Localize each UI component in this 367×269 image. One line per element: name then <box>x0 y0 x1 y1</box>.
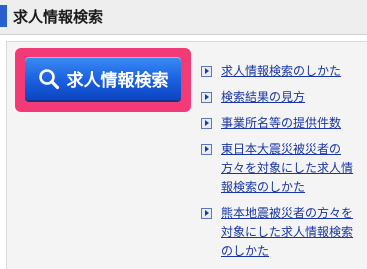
help-link-item: 求人情報検索のしかた <box>201 62 364 81</box>
bullet-arrow-icon <box>201 66 212 77</box>
help-link-item: 事業所名等の提供件数 <box>201 114 364 133</box>
help-link-tohoku-disaster[interactable]: 東日本大震災被災者の方々を対象にした求人情報検索のしかた <box>221 142 353 194</box>
bullet-arrow-icon <box>201 208 212 219</box>
section-header: 求人情報検索 <box>0 0 367 35</box>
bullet-arrow-icon <box>201 118 212 129</box>
section-title: 求人情報検索 <box>13 8 104 26</box>
help-link-item: 熊本地震被災者の方々を対象にした求人情報検索のしかた <box>201 204 364 261</box>
job-search-button[interactable]: 求人情報検索 <box>25 57 181 100</box>
help-link-results-guide[interactable]: 検索結果の見方 <box>221 90 305 104</box>
header-accent-bar <box>0 5 7 27</box>
search-button-label: 求人情報検索 <box>66 71 169 91</box>
help-link-item: 東日本大震災被災者の方々を対象にした求人情報検索のしかた <box>201 140 364 197</box>
bullet-arrow-icon <box>201 92 212 103</box>
search-icon <box>38 68 59 89</box>
help-link-kumamoto-disaster[interactable]: 熊本地震被災者の方々を対象にした求人情報検索のしかた <box>221 206 353 258</box>
help-link-item: 検索結果の見方 <box>201 88 364 107</box>
bullet-arrow-icon <box>201 144 212 155</box>
job-search-page: 求人情報検索 求人情報検索 求人情報検索のしかた 検索結果の見方 事業所名等の提… <box>0 0 367 269</box>
help-link-provided-count[interactable]: 事業所名等の提供件数 <box>221 116 341 130</box>
help-link-search-howto[interactable]: 求人情報検索のしかた <box>221 64 341 78</box>
help-links-list: 求人情報検索のしかた 検索結果の見方 事業所名等の提供件数 東日本大震災被災者の… <box>201 62 364 268</box>
